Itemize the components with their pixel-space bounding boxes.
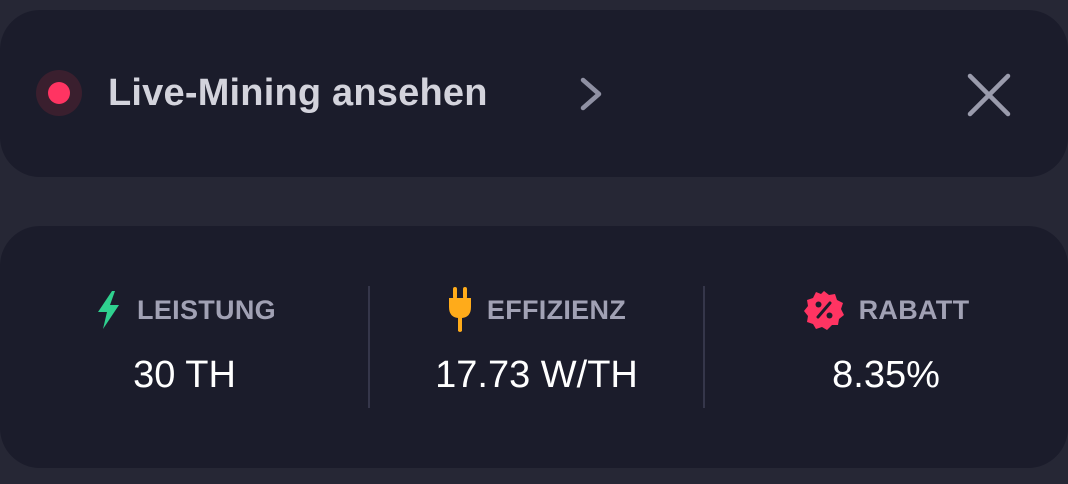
stat-label: EFFIZIENZ [486,294,627,325]
live-mining-link[interactable]: Live-Mining ansehen [108,68,488,118]
close-icon[interactable] [960,66,1018,124]
bolt-icon [98,291,120,329]
stat-rabatt: RABATT 8.35% [704,226,1068,468]
stat-label: LEISTUNG [137,294,276,325]
live-indicator [36,70,82,116]
plug-icon [448,287,471,332]
stat-effizienz: EFFIZIENZ 17.73 W/TH [369,226,704,468]
chevron-right-icon[interactable] [575,74,609,114]
stat-leistung: LEISTUNG 30 TH [0,226,369,468]
discount-badge-icon [803,291,844,330]
live-dot-icon [48,82,70,104]
stat-value: 17.73 W/TH [435,354,638,396]
stat-label: RABATT [858,294,970,325]
stat-value: 30 TH [133,354,236,396]
stat-value: 8.35% [832,354,940,396]
